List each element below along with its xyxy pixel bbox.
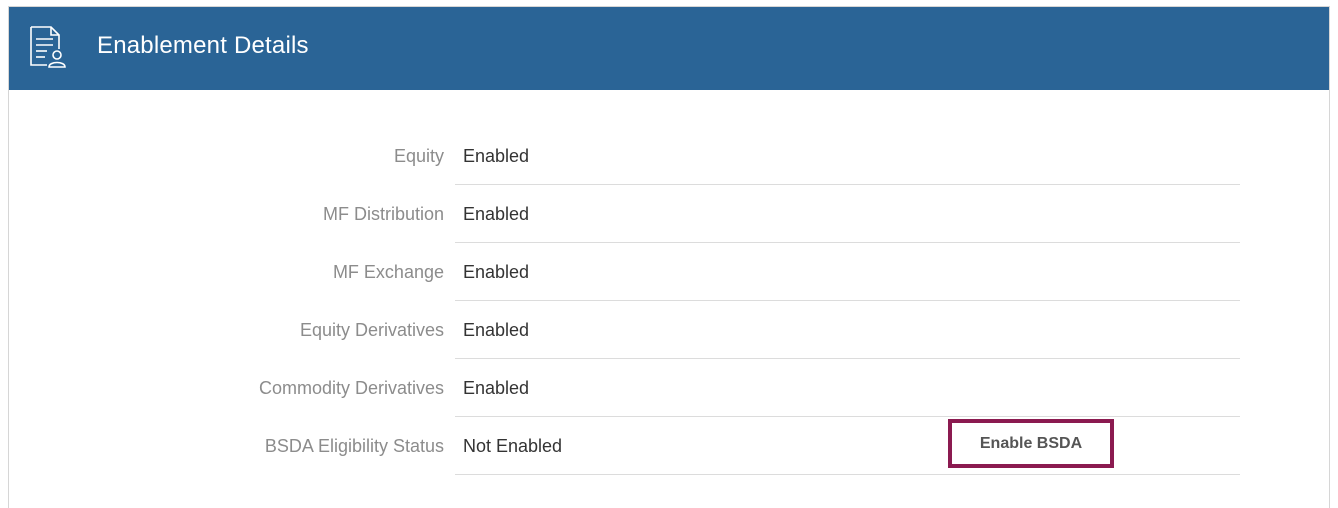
row-label: BSDA Eligibility Status	[264, 436, 444, 456]
row-bsda-eligibility-status: BSDA Eligibility Status Not Enabled Enab…	[9, 417, 1329, 475]
row-value: Enabled	[463, 146, 530, 166]
row-equity: Equity Enabled	[9, 127, 1329, 185]
row-value: Enabled	[463, 204, 530, 224]
row-label: Equity	[393, 146, 444, 166]
row-label: MF Distribution	[322, 204, 444, 224]
row-value: Enabled	[463, 262, 530, 282]
row-divider	[455, 474, 1240, 475]
row-equity-derivatives: Equity Derivatives Enabled	[9, 301, 1329, 359]
enable-bsda-button[interactable]: Enable BSDA	[948, 419, 1114, 468]
row-label: MF Exchange	[332, 262, 444, 282]
enablement-details-panel: Enablement Details Equity Enabled MF Dis…	[8, 6, 1330, 508]
row-mf-distribution: MF Distribution Enabled	[9, 185, 1329, 243]
row-value: Enabled	[463, 378, 530, 398]
document-user-icon	[30, 26, 66, 68]
row-label: Equity Derivatives	[299, 320, 444, 340]
panel-header: Enablement Details	[9, 7, 1329, 90]
row-label: Commodity Derivatives	[258, 378, 444, 398]
panel-title: Enablement Details	[97, 32, 309, 59]
row-mf-exchange: MF Exchange Enabled	[9, 243, 1329, 301]
row-value: Enabled	[463, 320, 530, 340]
row-value: Not Enabled	[463, 436, 563, 456]
row-commodity-derivatives: Commodity Derivatives Enabled	[9, 359, 1329, 417]
